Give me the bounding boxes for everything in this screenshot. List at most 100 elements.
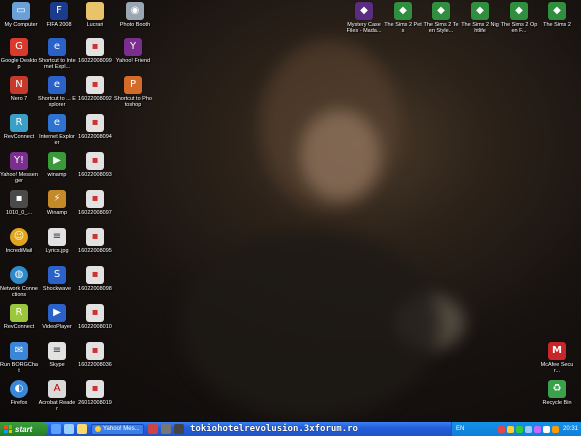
shockwave-shortcut[interactable]: S Shockwave — [38, 266, 76, 292]
shortcut-icon: e — [48, 76, 66, 94]
photo-file-16022008036[interactable]: ▪ 16022008036 — [76, 342, 114, 368]
photoshop-shortcut[interactable]: P Shortcut to Photoshop — [114, 76, 152, 108]
image-file-icon: ▪ — [86, 152, 104, 170]
sims2-teen-style-shortcut[interactable]: ◆ The Sims 2 Teen Style... — [422, 2, 460, 34]
quicklaunch-ie-icon[interactable] — [51, 424, 61, 434]
tray-icon-6[interactable] — [542, 425, 550, 433]
internet-explorer-icon-shortcut[interactable]: e Internet Explorer — [38, 114, 76, 146]
yahoo-messenger-shortcut[interactable]: Y! Yahoo! Messenger — [0, 152, 38, 184]
sims-icon: ◆ — [548, 2, 566, 20]
photo-file-16022008010[interactable]: ▪ 16022008010 — [76, 304, 114, 330]
google-desktop-icon: G — [10, 38, 28, 56]
tray-icon-5[interactable] — [533, 425, 541, 433]
winamp-small-shortcut[interactable]: ▶ winamp — [38, 152, 76, 178]
tray-icon-7[interactable] — [551, 425, 559, 433]
sims2-nightlife-shortcut[interactable]: ◆ The Sims 2 Nightlife — [461, 2, 499, 34]
ie-icon: e — [48, 114, 66, 132]
game-icon: ◆ — [355, 2, 373, 20]
wallpaper-face — [300, 110, 380, 200]
sims2-shortcut[interactable]: ◆ The Sims 2 — [538, 2, 576, 28]
document-icon: ≡ — [48, 228, 66, 246]
revconnect-icon: R — [10, 304, 28, 322]
photo-booth-shortcut[interactable]: ◉ Photo Booth — [116, 2, 154, 28]
nero-shortcut[interactable]: N Nero 7 — [0, 76, 38, 102]
image-file-icon: ▪ — [86, 190, 104, 208]
network-connections-shortcut[interactable]: ◍ Network Connections — [0, 266, 38, 298]
incredimail-shortcut[interactable]: ☺ IncrediMail — [0, 228, 38, 254]
media-player-icon: ▶ — [48, 304, 66, 322]
yahoo-friend-shortcut[interactable]: Y Yahoo! Friend — [114, 38, 152, 64]
taskbar-button-label: Yahoo! Mes... — [103, 426, 140, 432]
image-file-icon: ▪ — [86, 38, 104, 56]
internet-explorer-shortcut[interactable]: e Shortcut to Internet Expl... — [38, 38, 76, 70]
photo-file-16022008092[interactable]: ▪ 16022008092 — [76, 76, 114, 102]
fifa-2008-shortcut[interactable]: F FIFA 2008 — [40, 2, 78, 28]
smiley-icon: ☺ — [10, 228, 28, 246]
shockwave-icon: S — [48, 266, 66, 284]
photo-file-16022008095[interactable]: ▪ 16022008095 — [76, 228, 114, 254]
image-file-icon: ▪ — [86, 380, 104, 398]
explorer-shortcut[interactable]: e Shortcut to ... Explorer — [38, 76, 76, 108]
tray-icon-3[interactable] — [515, 425, 523, 433]
image-file-icon: ▪ — [86, 76, 104, 94]
taskbar-extra-icon-2[interactable] — [160, 424, 171, 434]
shortcut-icon: e — [48, 38, 66, 56]
taskbar-extra-icon-1[interactable] — [147, 424, 158, 434]
video-player-shortcut[interactable]: ▶ VideoPlayer — [38, 304, 76, 330]
revconnect-shortcut[interactable]: R RevConnect — [0, 114, 38, 140]
tray-icon-2[interactable] — [506, 425, 514, 433]
taskbar-extra-icon-3[interactable] — [173, 424, 184, 434]
image-file-1010[interactable]: ▪ 1010_0_... — [0, 190, 38, 216]
winamp-icon: ⚡ — [48, 190, 66, 208]
recycle-bin[interactable]: ♻ Recycle Bin — [538, 380, 576, 406]
image-file-icon: ▪ — [10, 190, 28, 208]
tray-icon-1[interactable] — [497, 425, 505, 433]
site-url-overlay: tokiohotelrevolusion.3xforum.ro — [190, 424, 358, 434]
start-button[interactable]: start — [0, 422, 48, 436]
lyrics-file[interactable]: ≡ Lyrics.jpg — [38, 228, 76, 254]
image-file-icon: ▪ — [86, 228, 104, 246]
sims2-open-shortcut[interactable]: ◆ The Sims 2 Open F... — [500, 2, 538, 34]
folder-icon — [86, 2, 104, 20]
photoshop-icon: P — [124, 76, 142, 94]
taskbar-button-yahoo-messenger[interactable]: Yahoo! Mes... — [91, 423, 144, 435]
my-computer-icon-shortcut[interactable]: ▭ My Computer — [2, 2, 40, 28]
winamp-icon: ▶ — [48, 152, 66, 170]
language-indicator[interactable]: EN — [456, 426, 464, 432]
image-file-icon: ▪ — [86, 342, 104, 360]
lucrari-folder[interactable]: Lucrari — [76, 2, 114, 28]
tray-icon-4[interactable] — [524, 425, 532, 433]
sims-icon: ◆ — [510, 2, 528, 20]
photo-file-16022008094[interactable]: ▪ 16022008094 — [76, 114, 114, 140]
google-desktop-shortcut[interactable]: G Google Desktop — [0, 38, 38, 70]
sims2-pets-shortcut[interactable]: ◆ The Sims 2 Pets — [384, 2, 422, 34]
mcafee-icon: M — [548, 342, 566, 360]
photo-file-26012008019[interactable]: ▪ 26012008019 — [76, 380, 114, 406]
revconnect-green-shortcut[interactable]: R RevConnect — [0, 304, 38, 330]
firefox-icon: ◐ — [10, 380, 28, 398]
acrobat-reader-shortcut[interactable]: A Acrobat Reader — [38, 380, 76, 412]
skype-file[interactable]: ≡ Skype — [38, 342, 76, 368]
photo-file-16022008098[interactable]: ▪ 16022008098 — [76, 266, 114, 292]
wallpaper-jacket — [180, 230, 440, 420]
image-file-icon: ▪ — [86, 114, 104, 132]
quicklaunch-media-icon[interactable] — [77, 424, 87, 434]
winamp-shortcut[interactable]: ⚡ Winamp — [38, 190, 76, 216]
run-borgchat-shortcut[interactable]: ✉ Run BORGChat — [0, 342, 38, 374]
sims-icon: ◆ — [471, 2, 489, 20]
photo-file-16022008093[interactable]: ▪ 16022008093 — [76, 152, 114, 178]
photo-booth-icon: ◉ — [126, 2, 144, 20]
quicklaunch-desktop-icon[interactable] — [64, 424, 74, 434]
photo-file-16022008099[interactable]: ▪ 16022008099 — [76, 38, 114, 64]
mcafee-shortcut[interactable]: M McAfee Secur... — [538, 342, 576, 374]
document-icon: ≡ — [48, 342, 66, 360]
start-label: start — [15, 424, 33, 434]
acrobat-icon: A — [48, 380, 66, 398]
sims-icon: ◆ — [432, 2, 450, 20]
firefox-shortcut[interactable]: ◐ Firefox — [0, 380, 38, 406]
yahoo-friend-icon: Y — [124, 38, 142, 56]
clock[interactable]: 20:31 — [563, 426, 578, 432]
recycle-bin-icon: ♻ — [548, 380, 566, 398]
photo-file-16022008097[interactable]: ▪ 16022008097 — [76, 190, 114, 216]
mystery-case-files-shortcut[interactable]: ◆ Mystery Case Files - Mada... — [345, 2, 383, 34]
